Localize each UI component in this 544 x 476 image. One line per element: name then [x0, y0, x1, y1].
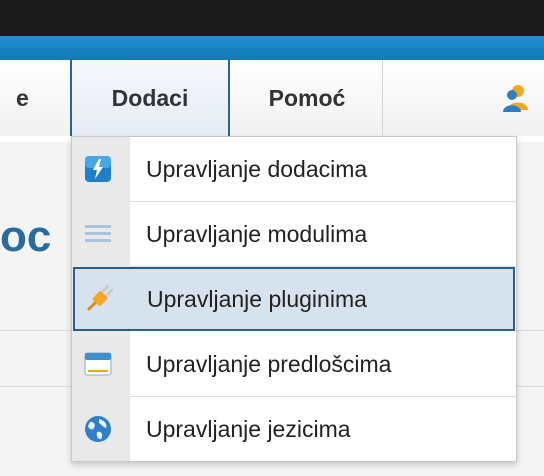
main-menu-bar: e Dodaci Pomoć — [0, 60, 544, 137]
menu-item-dodaci[interactable]: Dodaci — [70, 60, 230, 136]
dropdown-item-extensions[interactable]: Upravljanje dodacima — [72, 137, 516, 201]
menu-item-partial-label: e — [16, 85, 29, 111]
extension-manager-icon — [85, 156, 111, 182]
dropdown-item-label: Upravljanje predlošcima — [146, 351, 392, 377]
template-manager-icon — [84, 352, 112, 376]
dropdown-item-label: Upravljanje jezicima — [146, 416, 351, 442]
page-heading-fragment: oc — [0, 212, 52, 261]
dropdown-item-label: Upravljanje modulima — [146, 221, 368, 247]
dropdown-item-languages[interactable]: Upravljanje jezicima — [72, 397, 516, 461]
dropdown-item-plugins[interactable]: Upravljanje pluginima — [73, 267, 515, 331]
menu-item-pomoc[interactable]: Pomoć — [232, 60, 382, 136]
plugin-manager-icon — [87, 285, 113, 311]
users-icon[interactable] — [500, 82, 532, 114]
menu-item-pomoc-label: Pomoć — [268, 85, 346, 111]
menu-separator — [382, 60, 383, 136]
dropdown-item-templates[interactable]: Upravljanje predlošcima — [72, 332, 516, 396]
menu-item-dodaci-label: Dodaci — [111, 85, 189, 111]
top-bar — [0, 0, 544, 36]
header-bar — [0, 36, 544, 60]
dropdown-item-modules[interactable]: Upravljanje modulima — [72, 202, 516, 266]
dropdown-item-label: Upravljanje dodacima — [146, 156, 368, 182]
language-manager-icon — [85, 416, 111, 442]
dropdown-item-label: Upravljanje pluginima — [147, 286, 367, 312]
dodaci-dropdown-menu: Upravljanje dodacima Upravljanje modulim… — [71, 136, 517, 462]
menu-item-partial[interactable]: e — [0, 60, 70, 136]
module-manager-icon — [85, 225, 111, 242]
